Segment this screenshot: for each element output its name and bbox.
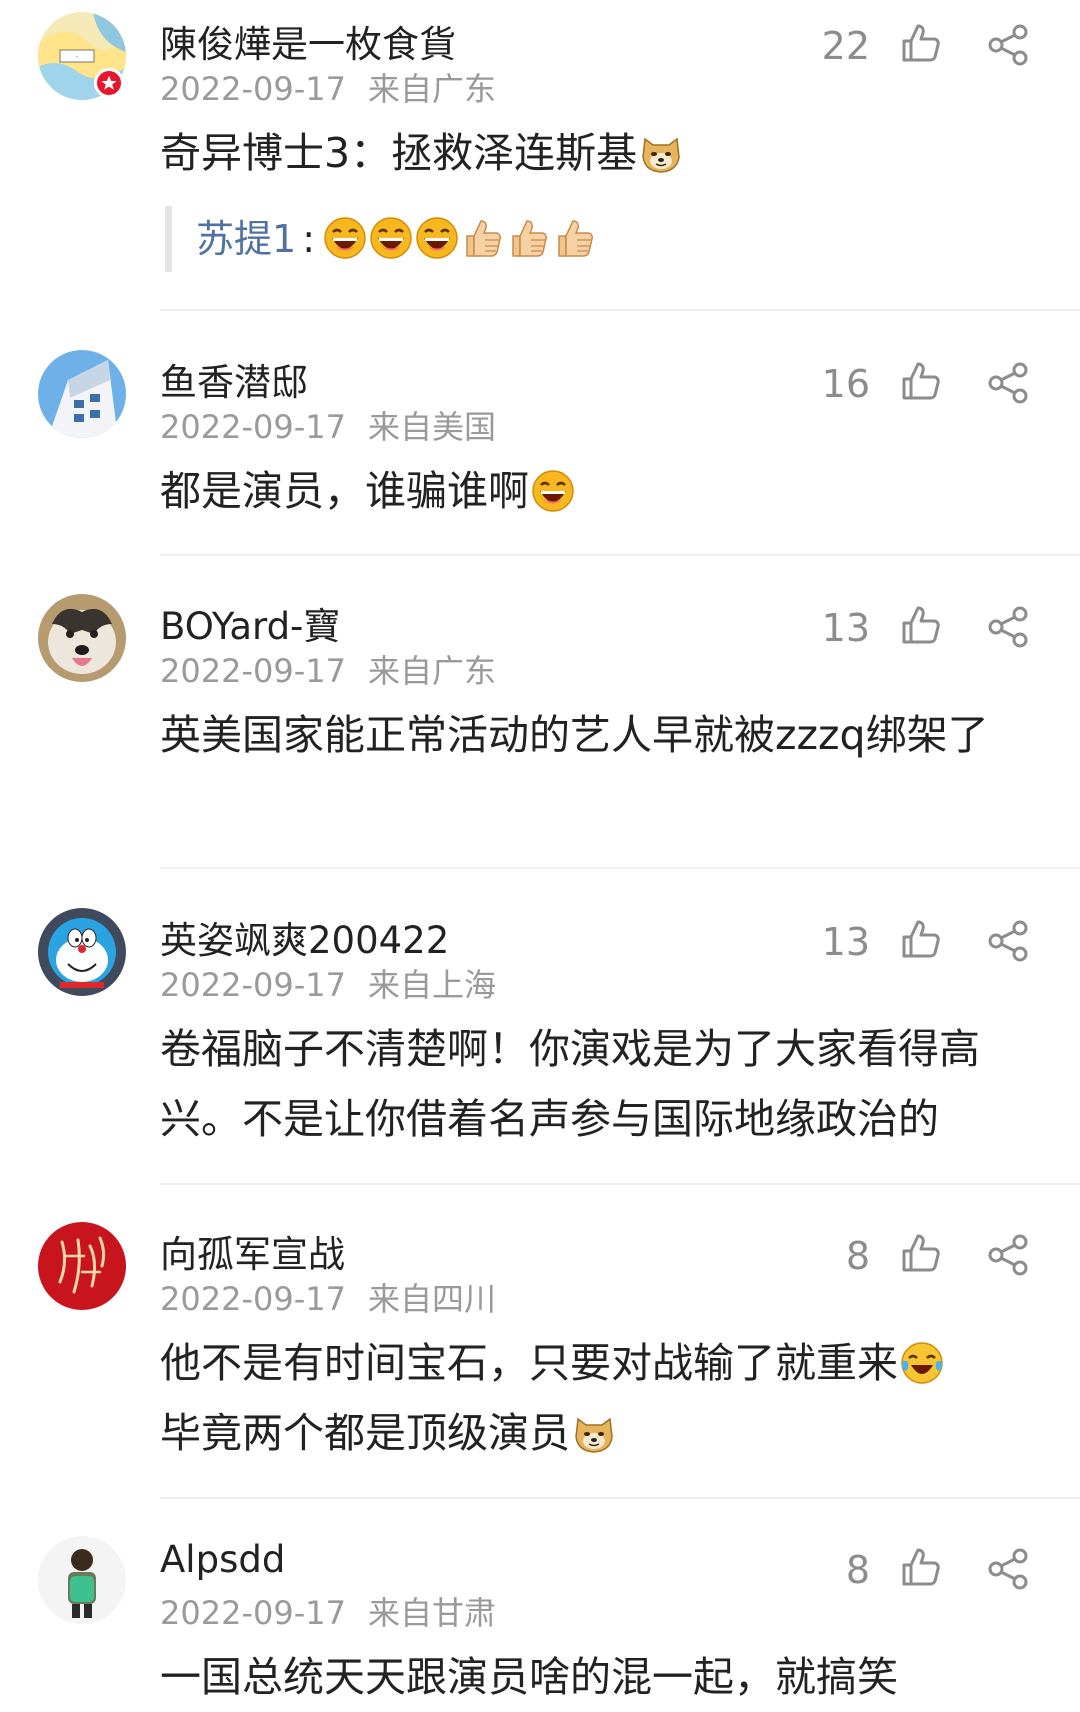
like-count: 16 bbox=[821, 362, 870, 406]
comment-date: 2022-09-17 bbox=[160, 70, 346, 108]
comment-text: 英美国家能正常活动的艺人早就被zzzq绑架了 bbox=[160, 711, 989, 759]
avatar[interactable] bbox=[38, 594, 126, 682]
reply-colon: : bbox=[302, 217, 315, 261]
thumbs-up-outline-icon[interactable] bbox=[900, 918, 942, 960]
doge-emoji-icon bbox=[572, 1411, 616, 1455]
like-count: 22 bbox=[821, 24, 870, 68]
divider bbox=[160, 309, 1080, 311]
thumbs-up-emoji-icon bbox=[461, 216, 505, 260]
comment-location: 来自美国 bbox=[367, 408, 496, 446]
thumbs-up-outline-icon[interactable] bbox=[900, 22, 942, 64]
thumbs-up-emoji-icon bbox=[507, 216, 551, 260]
comment-text-line: 毕竟两个都是顶级演员 bbox=[160, 1409, 570, 1457]
username[interactable]: Alpsdd bbox=[160, 1538, 285, 1581]
comment-location: 来自广东 bbox=[367, 70, 496, 108]
username[interactable]: 鱼香潜邸 bbox=[160, 352, 308, 406]
like-count: 13 bbox=[821, 606, 870, 650]
comment-text: 他不是有时间宝石，只要对战输了就重来 毕竟两个都是顶级演员 bbox=[160, 1328, 1050, 1468]
reply-preview[interactable]: 苏提1: bbox=[165, 206, 597, 272]
share-icon[interactable] bbox=[986, 362, 1030, 404]
username[interactable]: BOYard-寶 bbox=[160, 596, 340, 650]
laughing-emoji-icon bbox=[415, 216, 459, 260]
comment-item: 向孤军宣战 2022-09-17 来自四川 8 他不是有时间宝石，只要对战输了就重… bbox=[0, 1210, 1080, 1499]
comment-text: 都是演员，谁骗谁啊 bbox=[160, 456, 1050, 526]
share-icon[interactable] bbox=[986, 920, 1030, 962]
share-icon[interactable] bbox=[986, 1548, 1030, 1590]
comment-date: 2022-09-17 bbox=[160, 1594, 346, 1632]
avatar[interactable] bbox=[38, 1222, 126, 1310]
comment-text: 一国总统天天跟演员啥的混一起，就搞笑 bbox=[160, 1653, 898, 1701]
divider bbox=[160, 867, 1080, 869]
thumbs-up-outline-icon[interactable] bbox=[900, 1232, 942, 1274]
thumbs-up-emoji-icon bbox=[553, 216, 597, 260]
comment-meta: 2022-09-17 来自上海 bbox=[160, 960, 496, 1006]
comment-date: 2022-09-17 bbox=[160, 408, 346, 446]
share-icon[interactable] bbox=[986, 1234, 1030, 1276]
thumbs-up-outline-icon[interactable] bbox=[900, 1546, 942, 1588]
username[interactable]: 陳俊燁是一枚食貨 bbox=[160, 14, 456, 68]
comment-date: 2022-09-17 bbox=[160, 652, 346, 690]
laughing-emoji-icon bbox=[323, 216, 367, 260]
comment-item: 鱼香潜邸 2022-09-17 来自美国 16 都是演员，谁骗谁啊 bbox=[0, 338, 1080, 556]
comment-item: Alpsdd 2022-09-17 来自甘肃 8 一国总统天天跟演员啥的混一起，就… bbox=[0, 1524, 1080, 1701]
divider bbox=[160, 1183, 1080, 1185]
comment-item: · 陳俊燁是一枚食貨 2022-09-17 来自广东 22 奇异博士3：拯救泽连斯… bbox=[0, 0, 1080, 311]
share-icon[interactable] bbox=[986, 606, 1030, 648]
verified-badge-icon bbox=[94, 68, 124, 98]
comment-location: 来自上海 bbox=[367, 966, 496, 1004]
divider bbox=[160, 554, 1080, 556]
comment-item: BOYard-寶 2022-09-17 来自广东 13 英美国家能正常活动的艺人早… bbox=[0, 582, 1080, 869]
comment-location: 来自广东 bbox=[367, 652, 496, 690]
laughing-emoji-icon bbox=[531, 469, 575, 513]
avatar[interactable] bbox=[38, 908, 126, 996]
like-count: 8 bbox=[845, 1234, 870, 1278]
comment-meta: 2022-09-17 来自广东 bbox=[160, 646, 496, 692]
like-count: 13 bbox=[821, 920, 870, 964]
comment-text: 卷福脑子不清楚啊！你演戏是为了大家看得高兴。不是让你借着名声参与国际地缘政治的 bbox=[160, 1025, 980, 1143]
divider bbox=[160, 1497, 1080, 1499]
avatar[interactable] bbox=[38, 350, 126, 438]
comment-location: 来自四川 bbox=[367, 1280, 496, 1318]
comment-date: 2022-09-17 bbox=[160, 966, 346, 1004]
username[interactable]: 英姿飒爽200422 bbox=[160, 910, 449, 964]
share-icon[interactable] bbox=[986, 24, 1030, 66]
thumbs-up-outline-icon[interactable] bbox=[900, 604, 942, 646]
comment-meta: 2022-09-17 来自广东 bbox=[160, 64, 496, 110]
laughing-emoji-icon bbox=[369, 216, 413, 260]
comment-meta: 2022-09-17 来自四川 bbox=[160, 1274, 496, 1320]
svg-text:·: · bbox=[76, 53, 78, 61]
thumbs-up-outline-icon[interactable] bbox=[900, 360, 942, 402]
comment-text: 奇异博士3：拯救泽连斯基 bbox=[160, 118, 1050, 188]
comment-item: 英姿飒爽200422 2022-09-17 来自上海 13 卷福脑子不清楚啊！你演… bbox=[0, 896, 1080, 1185]
like-count: 8 bbox=[845, 1548, 870, 1592]
comment-text-line: 他不是有时间宝石，只要对战输了就重来 bbox=[160, 1339, 898, 1387]
username[interactable]: 向孤军宣战 bbox=[160, 1224, 345, 1278]
comment-location: 来自甘肃 bbox=[367, 1594, 496, 1632]
comment-meta: 2022-09-17 来自美国 bbox=[160, 402, 496, 448]
avatar[interactable] bbox=[38, 1536, 126, 1624]
tears-of-joy-emoji-icon bbox=[900, 1341, 944, 1385]
comment-date: 2022-09-17 bbox=[160, 1280, 346, 1318]
doge-emoji-icon bbox=[639, 131, 683, 175]
reply-username[interactable]: 苏提1 bbox=[196, 217, 296, 261]
comment-meta: 2022-09-17 来自甘肃 bbox=[160, 1588, 496, 1634]
